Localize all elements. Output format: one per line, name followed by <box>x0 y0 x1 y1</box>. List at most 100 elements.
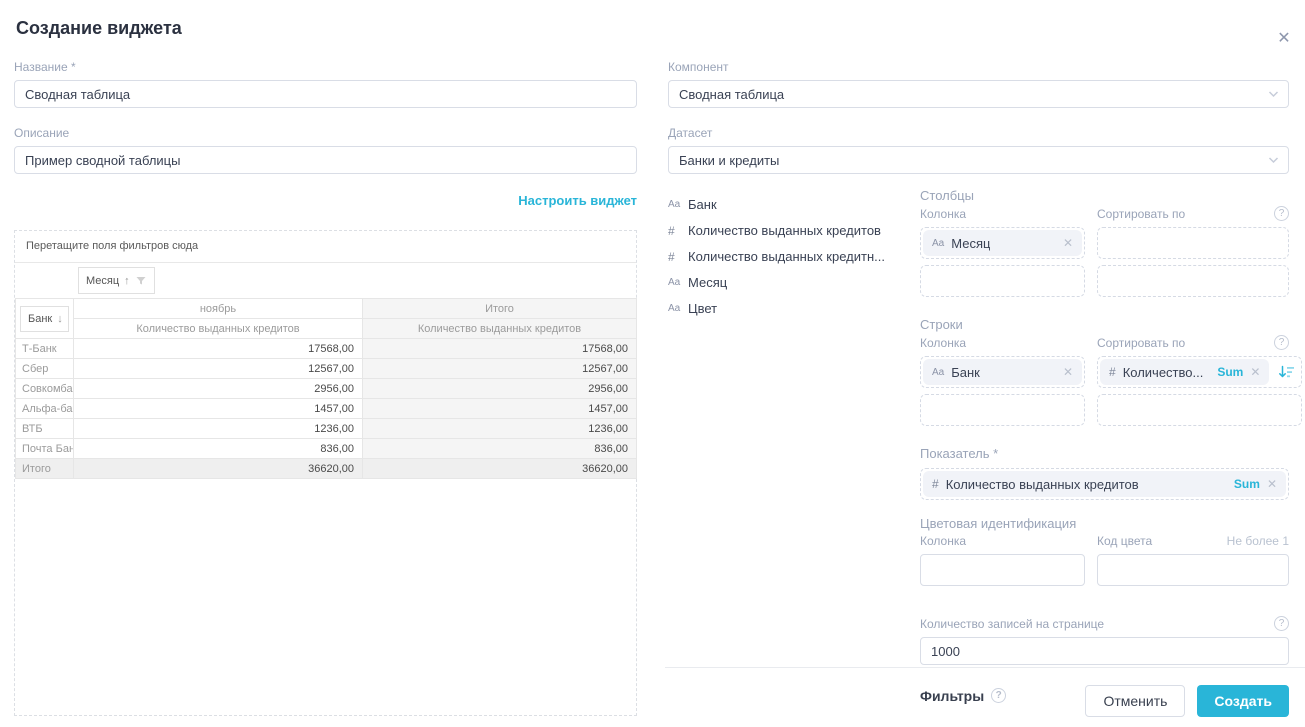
dataset-field-item[interactable]: #Количество выданных кредитов <box>668 223 920 238</box>
rows-sort-dropzone-1[interactable]: # Количество... Sum ✕ <box>1097 356 1302 388</box>
table-row: Сбер12567,0012567,00 <box>16 359 637 379</box>
dataset-field-item[interactable]: AaБанк <box>668 197 920 212</box>
value-cell: 836,00 <box>74 439 363 459</box>
rows-dropzone-1[interactable]: Aa Банк ✕ <box>920 356 1085 388</box>
cancel-button[interactable]: Отменить <box>1085 685 1185 717</box>
color-column-label: Колонка <box>920 534 1097 548</box>
chip-label: Месяц <box>951 236 990 251</box>
create-button[interactable]: Создать <box>1197 685 1289 717</box>
total-cell: 2956,00 <box>363 379 637 399</box>
row-label-cell: Итого <box>16 459 74 479</box>
pivot-table-preview: Перетащите поля фильтров сюда Месяц ↑ Ба… <box>14 230 637 716</box>
close-icon[interactable]: ✕ <box>1272 26 1296 50</box>
name-label: Название * <box>14 60 637 74</box>
table-row: Совкомбанк2956,002956,00 <box>16 379 637 399</box>
pivot-total-header: Итого <box>363 299 637 319</box>
chip-label: Банк <box>951 365 980 380</box>
dataset-value: Банки и кредиты <box>679 153 779 168</box>
help-icon[interactable]: ? <box>1274 335 1289 350</box>
description-input[interactable] <box>14 146 637 174</box>
name-input[interactable] <box>14 80 637 108</box>
numeric-field-icon: # <box>1109 365 1116 379</box>
row-label-cell: Почта Банк <box>16 439 74 459</box>
row-label-cell: Сбер <box>16 359 74 379</box>
footer-divider <box>665 667 1305 668</box>
dataset-field-item[interactable]: #Количество выданных кредитн... <box>668 249 920 264</box>
columns-dropzone-2[interactable] <box>920 265 1085 297</box>
columns-sort-dropzone-1[interactable] <box>1097 227 1289 259</box>
row-chip-bank[interactable]: Aa Банк ✕ <box>923 359 1082 385</box>
chip-label: Количество... <box>1123 365 1204 380</box>
right-panel: Компонент Сводная таблица Датасет Банки … <box>668 60 1289 704</box>
sort-asc-icon: ↑ <box>124 275 130 287</box>
sort-desc-arrow-icon: ↓ <box>57 313 63 325</box>
sort-direction-icon[interactable] <box>1273 359 1299 385</box>
columns-sort-label: Сортировать по <box>1097 207 1274 221</box>
page-size-input[interactable] <box>920 637 1289 665</box>
filter-funnel-icon <box>135 275 147 287</box>
pivot-table-body: Т-Банк17568,0017568,00Сбер12567,0012567,… <box>16 339 637 479</box>
measure-dropzone[interactable]: # Количество выданных кредитов Sum ✕ <box>920 468 1289 500</box>
widget-config-panel: Столбцы Колонка Сортировать по ? Aa Меся… <box>920 188 1289 704</box>
field-name: Месяц <box>688 275 727 290</box>
component-label: Компонент <box>668 60 1289 74</box>
component-value: Сводная таблица <box>679 87 784 102</box>
field-name: Количество выданных кредитов <box>688 223 881 238</box>
value-cell: 12567,00 <box>74 359 363 379</box>
columns-dropzone-1[interactable]: Aa Месяц ✕ <box>920 227 1085 259</box>
measure-chip[interactable]: # Количество выданных кредитов Sum ✕ <box>923 471 1286 497</box>
color-code-dropzone[interactable] <box>1097 554 1289 586</box>
row-label-cell: Совкомбанк <box>16 379 74 399</box>
total-cell: 17568,00 <box>363 339 637 359</box>
total-cell: 1457,00 <box>363 399 637 419</box>
rows-sort-dropzone-2[interactable] <box>1097 394 1302 426</box>
value-cell: 1236,00 <box>74 419 363 439</box>
row-label-cell: Альфа-банк <box>16 399 74 419</box>
dataset-field-item[interactable]: AaМесяц <box>668 275 920 290</box>
configure-widget-link[interactable]: Настроить виджет <box>518 193 637 208</box>
total-cell: 836,00 <box>363 439 637 459</box>
pivot-row-field-button[interactable]: Банк ↓ <box>20 306 69 332</box>
column-chip-month[interactable]: Aa Месяц ✕ <box>923 230 1082 256</box>
filters-label: Фильтры <box>920 688 984 704</box>
help-icon[interactable]: ? <box>991 688 1006 703</box>
value-cell: 17568,00 <box>74 339 363 359</box>
text-field-icon: Aa <box>668 199 688 210</box>
total-cell: 36620,00 <box>363 459 637 479</box>
table-row: Альфа-банк1457,001457,00 <box>16 399 637 419</box>
filter-dropzone[interactable]: Перетащите поля фильтров сюда <box>15 231 636 263</box>
dataset-select[interactable]: Банки и кредиты <box>668 146 1289 174</box>
pivot-row-field-cell: Банк ↓ <box>16 299 74 339</box>
remove-chip-icon[interactable]: ✕ <box>1267 477 1277 491</box>
remove-chip-icon[interactable]: ✕ <box>1250 365 1260 379</box>
rows-column-label: Колонка <box>920 336 1097 350</box>
rows-sort-chip[interactable]: # Количество... Sum ✕ <box>1100 359 1269 385</box>
rows-dropzone-2[interactable] <box>920 394 1085 426</box>
component-select[interactable]: Сводная таблица <box>668 80 1289 108</box>
value-cell: 36620,00 <box>74 459 363 479</box>
dataset-field-item[interactable]: AaЦвет <box>668 301 920 316</box>
remove-chip-icon[interactable]: ✕ <box>1063 365 1073 379</box>
columns-section-title: Столбцы <box>920 188 1289 203</box>
pivot-row-field-label: Банк <box>28 313 52 325</box>
total-cell: 12567,00 <box>363 359 637 379</box>
color-section-title: Цветовая идентификация <box>920 516 1289 531</box>
chip-label: Количество выданных кредитов <box>946 477 1139 492</box>
columns-sort-dropzone-2[interactable] <box>1097 265 1289 297</box>
rows-sort-label: Сортировать по <box>1097 336 1274 350</box>
field-name: Цвет <box>688 301 717 316</box>
pivot-column-field-label: Месяц <box>86 275 119 287</box>
table-row: Почта Банк836,00836,00 <box>16 439 637 459</box>
measure-section-title: Показатель * <box>920 446 1289 461</box>
text-field-icon: Aa <box>668 303 688 314</box>
page-title: Создание виджета <box>16 18 182 39</box>
remove-chip-icon[interactable]: ✕ <box>1063 236 1073 250</box>
numeric-field-icon: # <box>668 224 688 238</box>
help-icon[interactable]: ? <box>1274 206 1289 221</box>
color-column-dropzone[interactable] <box>920 554 1085 586</box>
pivot-column-field-button[interactable]: Месяц ↑ <box>78 267 155 294</box>
help-icon[interactable]: ? <box>1274 616 1289 631</box>
aggregation-badge: Sum <box>1217 365 1243 379</box>
columns-column-label: Колонка <box>920 207 1097 221</box>
color-limit-note: Не более 1 <box>1227 534 1289 548</box>
